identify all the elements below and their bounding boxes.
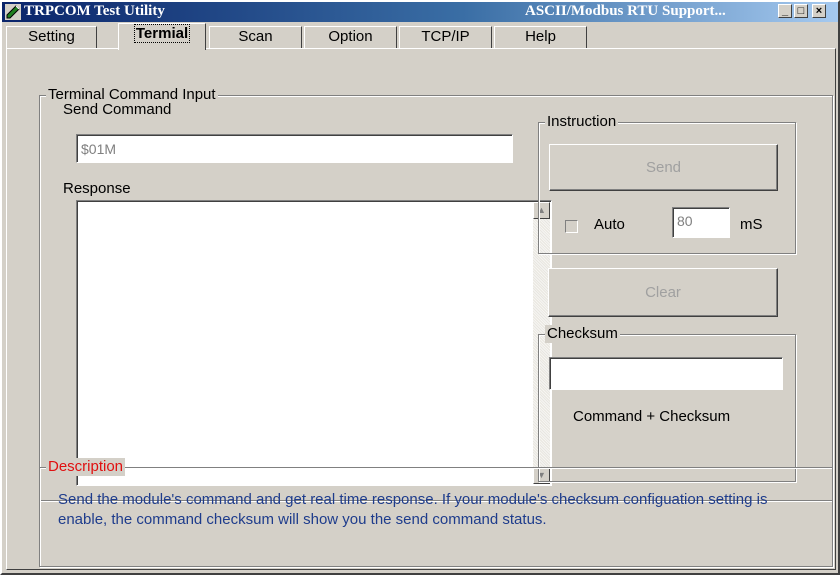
tab-help[interactable]: Help (494, 26, 587, 48)
auto-label: Auto (594, 216, 625, 233)
minimize-button[interactable]: _ (778, 4, 792, 18)
checksum-caption: Command + Checksum (573, 408, 731, 425)
close-icon: × (815, 5, 823, 17)
checksum-group: Checksum Command + Checksum (538, 325, 796, 482)
maximize-button[interactable]: □ (794, 4, 808, 18)
window-subtitle: ASCII/Modbus RTU Support... (525, 3, 726, 19)
terminal-command-group: Terminal Command Input Send Command $01M… (39, 86, 833, 501)
checksum-group-title: Checksum (545, 325, 620, 343)
tab-label: Setting (28, 28, 75, 45)
send-button[interactable]: Send (549, 144, 778, 191)
tab-tcpip[interactable]: TCP/IP (399, 26, 492, 48)
description-group: Description Send the module's command an… (39, 458, 833, 567)
tab-label: Option (328, 28, 373, 45)
description-text: Send the module's command and get real t… (58, 491, 768, 528)
minimize-icon: _ (781, 5, 789, 17)
checksum-output[interactable] (549, 357, 783, 390)
response-textarea[interactable]: ▲ ▼ (76, 200, 552, 486)
instruction-group: Instruction Send Auto 80 mS (538, 113, 796, 254)
title-bar[interactable]: TRPCOM Test Utility ASCII/Modbus RTU Sup… (2, 2, 838, 22)
tab-label: TCP/IP (421, 28, 470, 45)
interval-input[interactable]: 80 (672, 207, 730, 238)
tab-label: Scan (238, 28, 273, 45)
clear-button[interactable]: Clear (548, 268, 778, 317)
response-label: Response (63, 180, 131, 197)
tab-setting[interactable]: Setting (6, 26, 97, 48)
close-button[interactable]: × (812, 4, 826, 18)
maximize-icon: □ (797, 5, 805, 17)
tab-label: Help (525, 28, 556, 45)
send-command-input[interactable]: $01M (76, 134, 513, 163)
tab-scan[interactable]: Scan (209, 26, 302, 48)
instruction-group-title: Instruction (545, 113, 619, 131)
app-window: TRPCOM Test Utility ASCII/Modbus RTU Sup… (0, 0, 840, 575)
interval-unit-label: mS (740, 216, 763, 233)
tab-option[interactable]: Option (304, 26, 397, 48)
tab-label: Termial (133, 24, 191, 43)
send-command-label: Send Command (63, 101, 172, 118)
window-title: TRPCOM Test Utility (24, 3, 165, 19)
description-group-title: Description (46, 458, 126, 476)
tab-panel-terminal: Terminal Command Input Send Command $01M… (6, 48, 836, 570)
tab-termial[interactable]: Termial (118, 23, 206, 50)
app-icon (5, 4, 21, 20)
auto-checkbox[interactable] (565, 220, 578, 233)
